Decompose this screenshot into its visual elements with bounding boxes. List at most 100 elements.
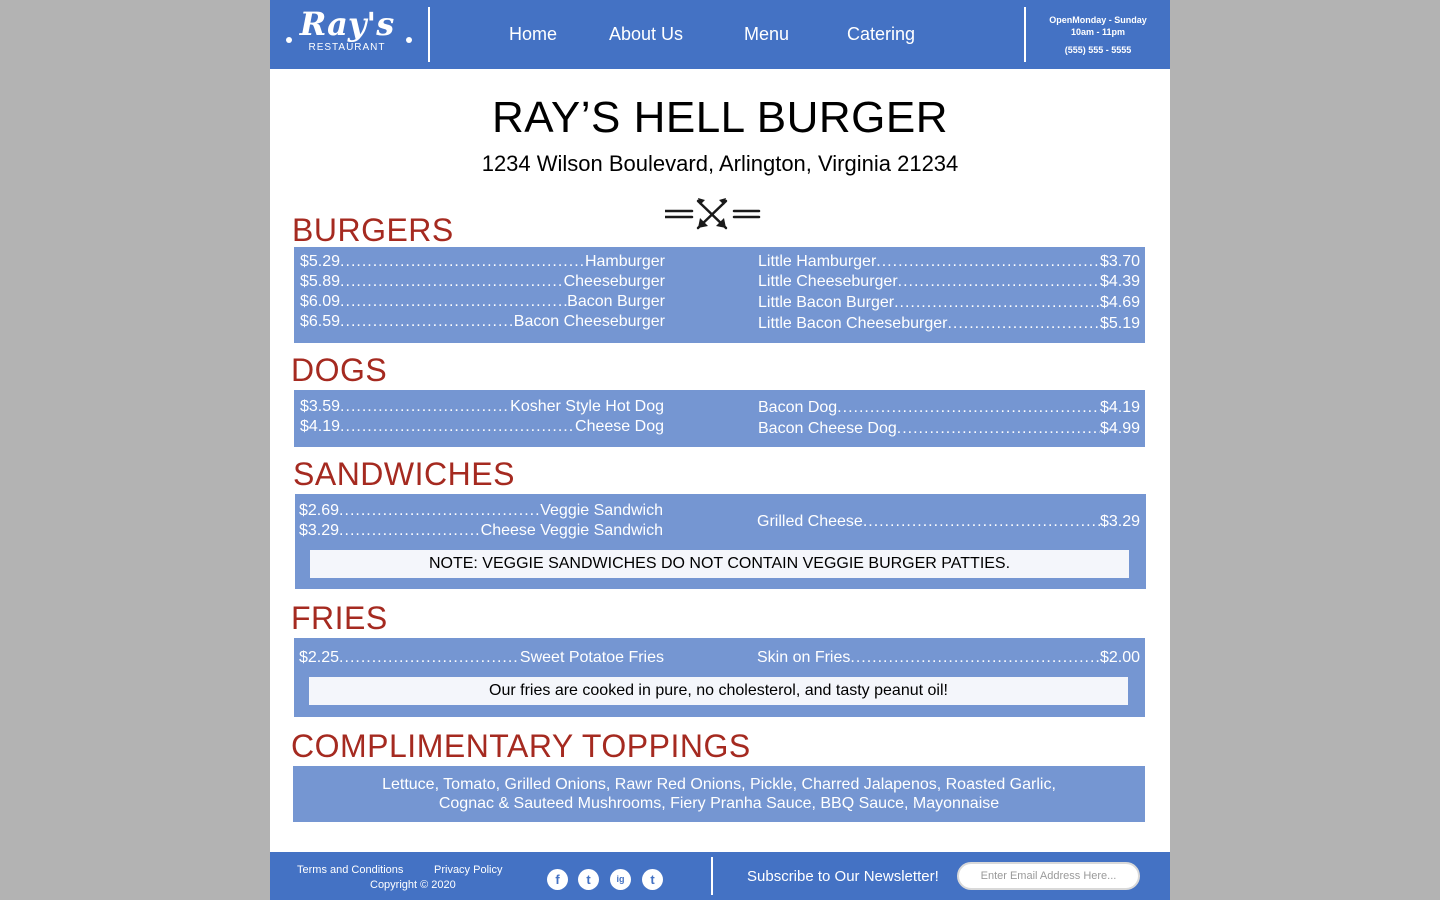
header: Ray's RESTAURANT Home About Us Menu Cate… [270, 0, 1170, 69]
item-name: Little Bacon Burger [758, 294, 895, 311]
menu-item: Little Hamburger $3.70 [758, 252, 1140, 272]
menu-item: Bacon Dog $4.19 [758, 398, 1140, 418]
leader-dots [863, 512, 1100, 532]
tumblr-icon[interactable]: t [642, 869, 663, 890]
section-title-fries: FRIES [291, 600, 388, 636]
restaurant-address: 1234 Wilson Boulevard, Arlington, Virgin… [481, 151, 959, 176]
leader-dots [850, 648, 1100, 668]
toppings-line: Lettuce, Tomato, Grilled Onions, Rawr Re… [382, 776, 1056, 793]
item-name: Sweet Potatoe Fries [519, 649, 664, 666]
newsletter-label: Subscribe to Our Newsletter! [747, 868, 939, 885]
leader-dots [339, 648, 520, 668]
menu-item: Little Cheeseburger $4.39 [758, 272, 1140, 292]
item-price: $2.00 [1099, 649, 1140, 666]
item-price: $2.69 [299, 502, 340, 519]
item-price: $4.19 [1099, 399, 1140, 416]
item-name: Bacon Cheeseburger [513, 313, 665, 330]
item-price: $3.29 [1099, 513, 1140, 530]
menu-item: $5.29 Hamburger [300, 252, 665, 272]
item-price: $4.39 [1099, 273, 1140, 290]
instagram-icon[interactable]: ig [610, 869, 631, 890]
item-name: Bacon Burger [567, 293, 665, 310]
page-title: RAY’S HELL BURGER [492, 93, 948, 142]
item-price: $2.25 [299, 649, 340, 666]
item-name: Little Cheeseburger [758, 273, 898, 290]
hours-days: OpenMonday - Sunday [1049, 15, 1147, 25]
leader-dots [897, 419, 1100, 439]
footer: Terms and Conditions Privacy Policy Copy… [270, 852, 1170, 900]
hours-info: OpenMonday - Sunday 10am - 11pm (555) 55… [1028, 14, 1168, 56]
menu-item: $4.19 Cheese Dog [300, 417, 664, 437]
menu-item: Little Bacon Burger $4.69 [758, 293, 1140, 313]
privacy-link[interactable]: Privacy Policy [434, 863, 502, 877]
leader-dots [837, 398, 1100, 418]
item-price: $5.89 [300, 273, 341, 290]
leader-dots [340, 252, 585, 272]
nav-menu[interactable]: Menu [744, 22, 789, 46]
footer-divider [711, 857, 713, 895]
item-name: Veggie Sandwich [540, 502, 663, 519]
menu-item: Bacon Cheese Dog $4.99 [758, 419, 1140, 439]
menu-item: $6.59 Bacon Cheeseburger [300, 312, 665, 332]
item-name: Cheese Dog [575, 418, 664, 435]
item-price: $5.29 [300, 253, 341, 270]
leader-dots [876, 252, 1100, 272]
section-title-toppings: COMPLIMENTARY TOPPINGS [291, 728, 751, 764]
item-name: Little Hamburger [758, 253, 877, 270]
leader-dots [898, 272, 1100, 292]
menu-item: $6.09 Bacon Burger [300, 292, 665, 312]
hours-time: 10am - 11pm [1070, 27, 1126, 37]
item-price: $4.99 [1099, 420, 1140, 437]
toppings-line: Cognac & Sauteed Mushrooms, Fiery Pranha… [438, 795, 1000, 812]
leader-dots [894, 293, 1100, 313]
nav-home[interactable]: Home [509, 22, 557, 46]
leader-dots [340, 272, 564, 292]
fries-note: Our fries are cooked in pure, no cholest… [309, 677, 1128, 705]
toppings-list: Lettuce, Tomato, Grilled Onions, Rawr Re… [293, 766, 1145, 822]
item-name: Skin on Fries [757, 649, 851, 666]
leader-dots [339, 521, 481, 541]
crossed-arrows-icon [665, 198, 761, 230]
menu-item: Skin on Fries $2.00 [757, 648, 1140, 668]
nav-about-us[interactable]: About Us [609, 22, 683, 46]
header-divider-left [428, 7, 430, 62]
menu-item: $5.89 Cheeseburger [300, 272, 665, 292]
phone-number: (555) 555 - 5555 [1064, 45, 1132, 55]
leader-dots [339, 501, 540, 521]
terms-link[interactable]: Terms and Conditions [297, 863, 403, 877]
item-name: Bacon Dog [758, 399, 838, 416]
facebook-icon[interactable]: f [547, 869, 568, 890]
logo[interactable]: Ray's RESTAURANT [284, 4, 412, 64]
menu-item: $3.59 Kosher Style Hot Dog [300, 397, 664, 417]
section-title-burgers: BURGERS [292, 212, 454, 248]
logo-dot-right [406, 37, 412, 43]
leader-dots [340, 292, 567, 312]
item-price: $6.59 [300, 313, 341, 330]
sandwich-note: NOTE: VEGGIE SANDWICHES DO NOT CONTAIN V… [310, 550, 1129, 578]
copyright: Copyright © 2020 [370, 879, 456, 891]
item-name: Kosher Style Hot Dog [510, 398, 664, 415]
item-price: $3.59 [300, 398, 341, 415]
item-name: Cheeseburger [563, 273, 665, 290]
item-price: $3.29 [299, 522, 340, 539]
item-name: Hamburger [584, 253, 665, 270]
section-title-dogs: DOGS [291, 352, 388, 388]
menu-item: $2.25 Sweet Potatoe Fries [299, 648, 664, 668]
item-price: $3.70 [1099, 253, 1140, 270]
header-divider-right [1024, 7, 1026, 62]
section-title-sandwiches: SANDWICHES [293, 456, 515, 492]
item-price: $5.19 [1099, 315, 1140, 332]
menu-item: Little Bacon Cheeseburger $5.19 [758, 314, 1140, 334]
leader-dots [340, 417, 575, 437]
menu-item: Grilled Cheese $3.29 [757, 512, 1140, 532]
leader-dots [340, 312, 514, 332]
item-name: Little Bacon Cheeseburger [758, 315, 948, 332]
twitter-icon[interactable]: t [578, 869, 599, 890]
nav-catering[interactable]: Catering [847, 22, 915, 46]
logo-script: Ray's [299, 5, 395, 43]
logo-dot-left [286, 37, 292, 43]
item-name: Bacon Cheese Dog [758, 420, 897, 437]
item-name: Cheese Veggie Sandwich [480, 522, 663, 539]
menu-item: $2.69 Veggie Sandwich [299, 501, 663, 521]
email-input[interactable] [957, 862, 1140, 890]
